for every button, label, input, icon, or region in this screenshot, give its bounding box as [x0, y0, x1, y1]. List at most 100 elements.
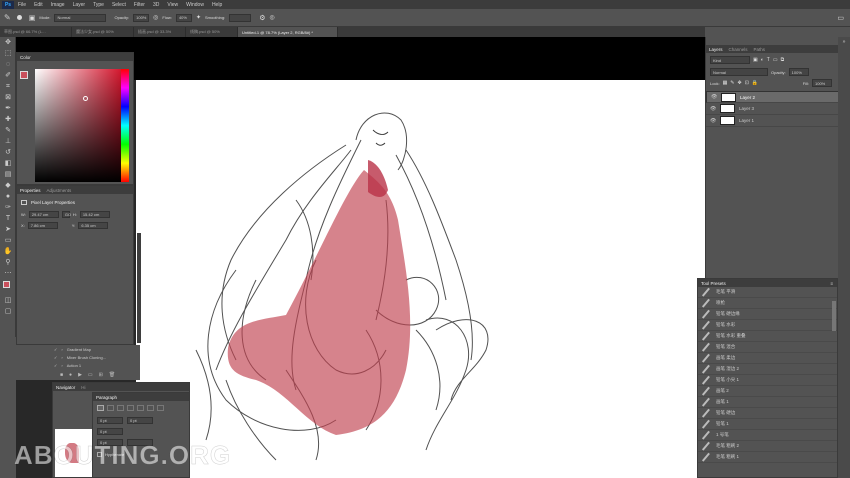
blend-mode-select[interactable]: Normal [710, 68, 768, 76]
list-item[interactable]: 画笔 湿边 2 [698, 364, 837, 375]
tab-document-2[interactable]: 魔法少女.psd @ 50% [72, 27, 134, 37]
pen-tool-icon[interactable]: ✑ [0, 202, 16, 213]
frame-tool-icon[interactable]: ⊠ [0, 92, 16, 103]
list-item[interactable]: ✓ › Gradient Map [16, 345, 140, 353]
lock-all-icon[interactable]: 🔒 [752, 80, 758, 86]
brush-tool-icon[interactable]: ✎ [4, 13, 11, 22]
pressure-size-icon[interactable]: ◎ [269, 14, 274, 21]
color-swatches-icon[interactable] [0, 279, 16, 295]
tab-paths[interactable]: Paths [754, 47, 766, 52]
list-item[interactable]: ✓ › Mixer Brush Cloning... [16, 353, 140, 361]
x-field[interactable]: 7.86 cm [27, 222, 58, 229]
layer-opacity-input[interactable]: 100% [788, 68, 809, 76]
justify-all-icon[interactable] [157, 405, 164, 411]
lock-artboard-icon[interactable]: ⊡ [745, 80, 749, 86]
smoothing-input[interactable] [229, 13, 252, 22]
clone-stamp-icon[interactable]: ⊥ [0, 136, 16, 147]
list-item[interactable]: 铅笔 硬边缘 [698, 309, 837, 320]
list-item[interactable]: 铅笔 硬边 [698, 408, 837, 419]
brush-panel-icon[interactable]: ▣ [29, 14, 36, 22]
list-item[interactable]: 铅笔 水彩 [698, 320, 837, 331]
screen-mode-icon[interactable]: ▢ [0, 306, 16, 317]
list-item[interactable]: 毛笔 粗刷 2 [698, 441, 837, 452]
marquee-tool-icon[interactable]: ⬚ [0, 48, 16, 59]
menu-filter[interactable]: Filter [130, 2, 149, 8]
workspace-icon[interactable]: ▭ [837, 14, 844, 22]
history-brush-icon[interactable]: ↺ [0, 147, 16, 158]
color-saturation-field[interactable] [35, 69, 129, 182]
lasso-tool-icon[interactable]: ◌ [0, 59, 16, 70]
list-item[interactable]: 铅笔 小尖 1 [698, 375, 837, 386]
justify-right-icon[interactable] [147, 405, 154, 411]
menu-view[interactable]: View [163, 2, 182, 8]
justify-left-icon[interactable] [127, 405, 134, 411]
list-item[interactable]: 画笔 1 [698, 397, 837, 408]
lock-move-icon[interactable]: ✥ [738, 80, 742, 86]
tab-document-1[interactable]: 草图.psd @ 66.7% (L… [0, 27, 72, 37]
tab-layers[interactable]: Layers [709, 47, 723, 52]
list-item[interactable]: 铅笔 1 [698, 419, 837, 430]
tab-document-4[interactable]: 线稿.psd @ 50% [186, 27, 238, 37]
layer-row[interactable]: 👁 Layer 2 [706, 91, 850, 103]
list-item[interactable]: 毛笔 粗刷 1 [698, 452, 837, 463]
shape-tool-icon[interactable]: ▭ [0, 235, 16, 246]
menu-image[interactable]: Image [47, 2, 69, 8]
foreground-color-swatch[interactable] [20, 71, 28, 79]
visibility-eye-icon[interactable]: 👁 [710, 106, 716, 112]
crop-tool-icon[interactable]: ⌗ [0, 81, 16, 92]
drawing-canvas[interactable] [136, 80, 705, 478]
fill-input[interactable]: 100% [812, 79, 832, 87]
tab-channels[interactable]: Channels [729, 47, 748, 52]
list-item[interactable]: ✓ › Action 1 [16, 361, 140, 369]
airbrush-icon[interactable]: ✦ [196, 14, 201, 21]
tab-navigator[interactable]: Navigator [56, 385, 75, 390]
trash-icon[interactable]: 🗑 [109, 372, 115, 378]
new-action-icon[interactable]: ⊞ [99, 372, 103, 378]
lock-pixels-icon[interactable]: ▦ [723, 80, 728, 86]
folder-icon[interactable]: ▭ [88, 372, 93, 378]
first-line-field[interactable]: 0 pt [97, 428, 123, 435]
filter-smart-icon[interactable]: ⧉ [781, 57, 785, 63]
panel-menu-icon[interactable]: ≡ [830, 281, 833, 286]
stop-icon[interactable]: ■ [60, 372, 63, 378]
menu-help[interactable]: Help [208, 2, 226, 8]
justify-center-icon[interactable] [137, 405, 144, 411]
eraser-tool-icon[interactable]: ◧ [0, 158, 16, 169]
mode-select[interactable]: Normal [54, 13, 107, 22]
path-select-icon[interactable]: ➤ [0, 224, 16, 235]
layer-row[interactable]: 👁 Layer 1 [706, 115, 850, 127]
pressure-opacity-icon[interactable]: ◎ [153, 14, 158, 21]
align-left-icon[interactable] [97, 405, 104, 411]
visibility-eye-icon[interactable]: 👁 [711, 94, 717, 100]
tab-document-active[interactable]: Untitled-1 @ 78.7% (Layer 2, RGB/8#) * [238, 27, 338, 37]
filter-pixel-icon[interactable]: ▣ [753, 57, 758, 63]
hue-slider[interactable] [121, 69, 129, 182]
type-tool-icon[interactable]: T [0, 213, 16, 224]
menu-3d[interactable]: 3D [149, 2, 163, 8]
indent-left-field[interactable]: 0 pt [97, 417, 123, 424]
tab-histogram[interactable]: Hi [81, 385, 85, 390]
list-item[interactable]: 1 号笔 [698, 430, 837, 441]
presets-scrollbar[interactable] [832, 301, 836, 331]
move-tool-icon[interactable]: ✥ [0, 37, 16, 48]
menu-window[interactable]: Window [182, 2, 208, 8]
lock-paint-icon[interactable]: ✎ [730, 80, 734, 86]
list-item[interactable]: 画笔 2 [698, 386, 837, 397]
menu-select[interactable]: Select [108, 2, 130, 8]
tab-document-3[interactable]: 插画.psd @ 33.3% [134, 27, 186, 37]
visibility-eye-icon[interactable]: 👁 [710, 118, 716, 124]
healing-brush-icon[interactable]: ✚ [0, 114, 16, 125]
settings-gear-icon[interactable]: ⚙ [259, 14, 265, 22]
align-center-icon[interactable] [107, 405, 114, 411]
tab-adjustments[interactable]: Adjustments [47, 188, 72, 193]
menu-file[interactable]: File [14, 2, 30, 8]
indent-right-field[interactable]: 0 pt [127, 417, 153, 424]
filter-type-icon[interactable]: T [767, 57, 770, 63]
quick-mask-icon[interactable]: ◫ [0, 295, 16, 306]
list-item[interactable]: 毛笔 平滑 [698, 287, 837, 298]
list-item[interactable]: 铅笔 混合 [698, 342, 837, 353]
opacity-input[interactable]: 100% [133, 13, 150, 22]
link-dimensions-button[interactable]: GO [61, 211, 71, 218]
collapse-panels-icon[interactable]: » [838, 37, 850, 48]
menu-type[interactable]: Type [89, 2, 108, 8]
